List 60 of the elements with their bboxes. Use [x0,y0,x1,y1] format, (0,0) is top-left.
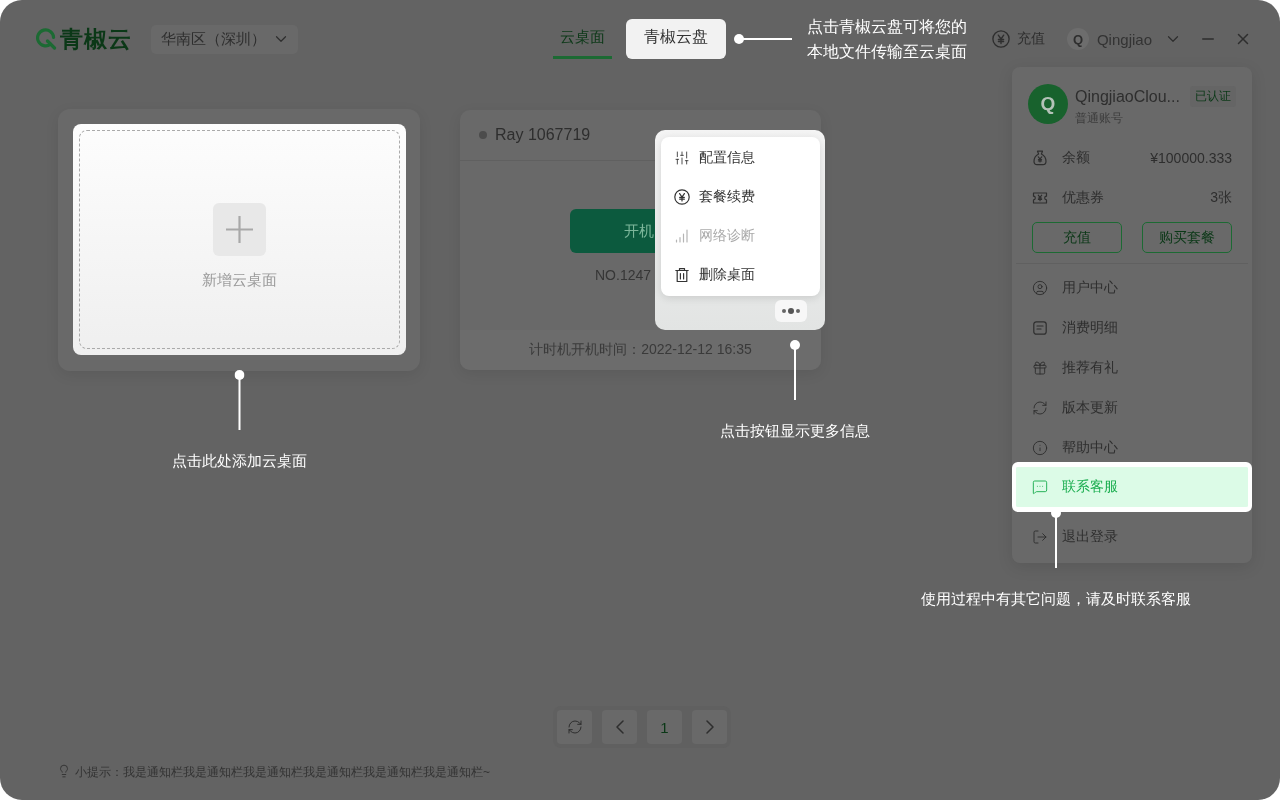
power-on-button[interactable]: 开机 [570,209,655,253]
guide-leader-line [790,340,800,400]
user-circle-icon [1032,280,1048,296]
refresh-button[interactable] [557,710,592,744]
chat-bubble-icon [1032,479,1048,495]
menu-item[interactable]: 套餐续费 [661,177,820,217]
account-avatar: Q [1028,84,1068,124]
guide-text: 点击按钮显示更多信息 [720,422,870,441]
menu-item[interactable]: 消费明细 [1012,308,1252,348]
tab[interactable]: 云桌面 [552,19,612,59]
region-dropdown[interactable]: 华南区（深圳） [151,24,298,54]
sliders-icon [674,150,690,167]
more-dots-icon [781,308,801,314]
stat-value: 3张 [1210,189,1232,207]
stat-label: 优惠券 [1062,189,1104,207]
stat-value: ¥100000.333 [1150,150,1232,166]
guide-text: 点击此处添加云桌面 [171,452,307,471]
more-button[interactable] [775,300,807,322]
refresh-icon [1032,400,1048,416]
trash-icon [674,266,690,283]
plus-icon [213,203,266,256]
app-name: 青椒云 [60,24,132,54]
ticket-icon [1032,190,1048,206]
guide-text: 点击青椒云盘可将您的本地文件传输至云桌面 [806,17,968,62]
account-name: QingjiaoClou... [1075,87,1180,106]
menu-item[interactable]: 退出登录 [1012,517,1252,557]
refresh-icon [566,719,583,735]
chevron-right-icon [705,720,714,734]
yen-circle-icon [991,30,1010,48]
lightbulb-icon [57,764,71,778]
guide-text: 使用过程中有其它问题，请及时联系客服 [921,590,1191,609]
menu-item[interactable]: 版本更新 [1012,388,1252,428]
gift-icon [1032,360,1048,376]
money-bag-icon [1032,150,1048,166]
menu-item[interactable]: 联系客服 [1012,462,1252,512]
chevron-left-icon [615,720,624,734]
guide-leader-line [733,34,792,44]
user-avatar: Q [1066,28,1089,50]
logo-icon [35,28,57,50]
tab[interactable]: 青椒云盘 [625,19,726,59]
document-icon [1032,320,1048,336]
next-page-button[interactable] [692,710,727,744]
menu-item[interactable]: 推荐有礼 [1012,348,1252,388]
page-button[interactable]: 1 [647,710,682,744]
menu-item[interactable]: 删除桌面 [661,255,820,294]
logout-icon [1032,529,1048,545]
verified-badge: 已认证 [1190,86,1236,107]
menu-item[interactable]: 配置信息 [661,139,820,178]
add-desktop-button[interactable]: 新增云桌面 [73,124,406,355]
stat-label: 余额 [1062,149,1090,167]
menu-item[interactable]: 用户中心 [1012,268,1252,308]
yen-circle-icon [674,189,690,206]
previous-page-button[interactable] [602,710,637,744]
buy-plan-button[interactable]: 购买套餐 [1142,222,1232,253]
guide-leader-line [234,370,244,430]
signal-bars-icon [674,227,690,244]
status-dot-icon [479,131,487,139]
desktop-name: Ray 1067719 [495,126,591,144]
recharge-button[interactable]: 充值 [1032,222,1122,253]
info-icon [1032,440,1048,456]
